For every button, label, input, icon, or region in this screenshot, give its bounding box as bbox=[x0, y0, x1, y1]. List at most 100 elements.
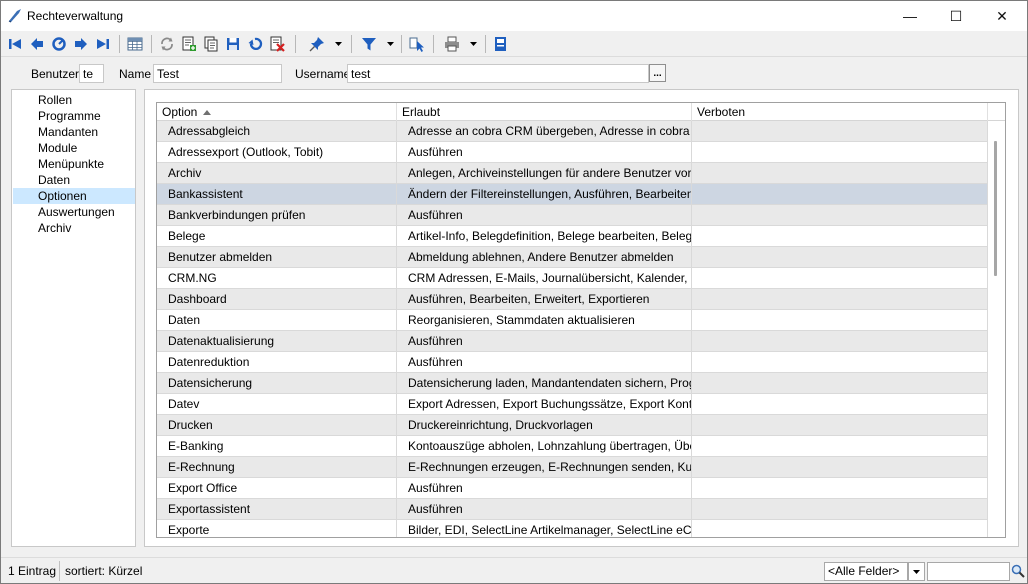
table-row[interactable]: E-Banking Kontoauszüge abholen, Lohnzahlu… bbox=[157, 436, 988, 457]
table-row[interactable]: Bankassistent Ändern der Filtereinstellun… bbox=[157, 184, 988, 205]
table-row[interactable]: Dashboard Ausführen, Bearbeiten, Erweiter… bbox=[157, 289, 988, 310]
cell-option[interactable]: Archiv bbox=[157, 163, 397, 183]
table-row[interactable]: Exporte Bilder, EDI, SelectLine Artikelma… bbox=[157, 520, 988, 537]
cell-option[interactable]: Exporte bbox=[157, 520, 397, 537]
cell-verboten[interactable] bbox=[692, 499, 988, 519]
cell-erlaubt[interactable]: Adresse an cobra CRM übergeben, Adresse … bbox=[397, 121, 692, 141]
cell-verboten[interactable] bbox=[692, 142, 988, 162]
cell-verboten[interactable] bbox=[692, 331, 988, 351]
table-row[interactable]: E-Rechnung E-Rechnungen erzeugen, E-Rechn… bbox=[157, 457, 988, 478]
previous-record-button[interactable] bbox=[27, 34, 47, 54]
column-header-erlaubt[interactable]: Erlaubt bbox=[397, 103, 692, 121]
save-button[interactable] bbox=[223, 34, 243, 54]
table-row[interactable]: Adressabgleich Adresse an cobra CRM überg… bbox=[157, 121, 988, 142]
cell-verboten[interactable] bbox=[692, 373, 988, 393]
pin-button[interactable] bbox=[307, 34, 327, 54]
table-row[interactable]: Exportassistent Ausführen bbox=[157, 499, 988, 520]
new-record-button[interactable] bbox=[179, 34, 199, 54]
cell-erlaubt[interactable]: Reorganisieren, Stammdaten aktualisieren bbox=[397, 310, 692, 330]
cell-option[interactable]: Adressabgleich bbox=[157, 121, 397, 141]
cell-option[interactable]: Datenaktualisierung bbox=[157, 331, 397, 351]
field-select-dropdown[interactable] bbox=[908, 562, 925, 581]
cell-erlaubt[interactable]: Ausführen bbox=[397, 478, 692, 498]
nav-item-programme[interactable]: Programme bbox=[13, 108, 135, 124]
nav-item-auswertungen[interactable]: Auswertungen bbox=[13, 204, 135, 220]
cell-verboten[interactable] bbox=[692, 436, 988, 456]
column-header-option[interactable]: Option bbox=[157, 103, 397, 121]
cell-option[interactable]: E-Banking bbox=[157, 436, 397, 456]
cell-erlaubt[interactable]: Kontoauszüge abholen, Lohnzahlung übertr… bbox=[397, 436, 692, 456]
table-view-button[interactable] bbox=[125, 34, 145, 54]
nav-item-rollen[interactable]: Rollen bbox=[13, 92, 135, 108]
cell-option[interactable]: Belege bbox=[157, 226, 397, 246]
undo-button[interactable] bbox=[245, 34, 265, 54]
cell-option[interactable]: E-Rechnung bbox=[157, 457, 397, 477]
table-row[interactable]: Drucken Druckereinrichtung, Druckvorlagen bbox=[157, 415, 988, 436]
username-field[interactable]: test bbox=[347, 64, 649, 83]
cell-option[interactable]: Datenreduktion bbox=[157, 352, 397, 372]
maximize-button[interactable]: ☐ bbox=[933, 1, 979, 31]
nav-item-daten[interactable]: Daten bbox=[13, 172, 135, 188]
cell-option[interactable]: Datev bbox=[157, 394, 397, 414]
cell-verboten[interactable] bbox=[692, 163, 988, 183]
cell-erlaubt[interactable]: Datensicherung laden, Mandantendaten sic… bbox=[397, 373, 692, 393]
cell-option[interactable]: Benutzer abmelden bbox=[157, 247, 397, 267]
table-row[interactable]: Datev Export Adressen, Export Buchungssät… bbox=[157, 394, 988, 415]
refresh-button[interactable] bbox=[157, 34, 177, 54]
cell-erlaubt[interactable]: Artikel-Info, Belegdefinition, Belege be… bbox=[397, 226, 692, 246]
cell-erlaubt[interactable]: Ausführen, Bearbeiten, Erweitert, Export… bbox=[397, 289, 692, 309]
filter-button[interactable] bbox=[359, 34, 379, 54]
cell-verboten[interactable] bbox=[692, 121, 988, 141]
cell-option[interactable]: Bankassistent bbox=[157, 184, 397, 204]
cell-erlaubt[interactable]: Ausführen bbox=[397, 352, 692, 372]
cell-option[interactable]: Export Office bbox=[157, 478, 397, 498]
cell-option[interactable]: CRM.NG bbox=[157, 268, 397, 288]
nav-item-menuepunkte[interactable]: Menüpunkte bbox=[13, 156, 135, 172]
cell-erlaubt[interactable]: E-Rechnungen erzeugen, E-Rechnungen send… bbox=[397, 457, 692, 477]
delete-button[interactable] bbox=[267, 34, 287, 54]
print-button[interactable] bbox=[442, 34, 462, 54]
cell-erlaubt[interactable]: Abmeldung ablehnen, Andere Benutzer abme… bbox=[397, 247, 692, 267]
cell-verboten[interactable] bbox=[692, 310, 988, 330]
table-row[interactable]: Daten Reorganisieren, Stammdaten aktualis… bbox=[157, 310, 988, 331]
cell-verboten[interactable] bbox=[692, 205, 988, 225]
table-row[interactable]: Export Office Ausführen bbox=[157, 478, 988, 499]
table-row[interactable]: Adressexport (Outlook, Tobit) Ausführen bbox=[157, 142, 988, 163]
nav-item-archiv[interactable]: Archiv bbox=[13, 220, 135, 236]
cell-verboten[interactable] bbox=[692, 247, 988, 267]
search-button[interactable] bbox=[1011, 564, 1025, 578]
table-row[interactable]: Archiv Anlegen, Archiveinstellungen für a… bbox=[157, 163, 988, 184]
cell-verboten[interactable] bbox=[692, 478, 988, 498]
benutzer-field[interactable]: te bbox=[79, 64, 104, 83]
cell-verboten[interactable] bbox=[692, 394, 988, 414]
browse-button[interactable]: ... bbox=[649, 64, 666, 82]
print-dropdown[interactable] bbox=[468, 34, 478, 54]
cell-erlaubt[interactable]: Ausführen bbox=[397, 499, 692, 519]
cell-verboten[interactable] bbox=[692, 226, 988, 246]
cell-option[interactable]: Bankverbindungen prüfen bbox=[157, 205, 397, 225]
cell-verboten[interactable] bbox=[692, 457, 988, 477]
nav-item-optionen[interactable]: Optionen bbox=[13, 188, 135, 204]
name-field[interactable]: Test bbox=[153, 64, 282, 83]
cell-option[interactable]: Datensicherung bbox=[157, 373, 397, 393]
scrollbar-thumb[interactable] bbox=[994, 141, 997, 276]
vertical-scrollbar[interactable] bbox=[988, 121, 1005, 537]
first-record-button[interactable] bbox=[5, 34, 25, 54]
table-row[interactable]: Belege Artikel-Info, Belegdefinition, Bel… bbox=[157, 226, 988, 247]
cell-option[interactable]: Drucken bbox=[157, 415, 397, 435]
table-row[interactable]: Datenreduktion Ausführen bbox=[157, 352, 988, 373]
pin-dropdown[interactable] bbox=[333, 34, 343, 54]
nav-item-mandanten[interactable]: Mandanten bbox=[13, 124, 135, 140]
info-button[interactable] bbox=[491, 34, 511, 54]
search-record-button[interactable] bbox=[49, 34, 69, 54]
cell-option[interactable]: Adressexport (Outlook, Tobit) bbox=[157, 142, 397, 162]
next-record-button[interactable] bbox=[71, 34, 91, 54]
field-select[interactable]: <Alle Felder> bbox=[824, 562, 908, 581]
cell-erlaubt[interactable]: Export Adressen, Export Buchungssätze, E… bbox=[397, 394, 692, 414]
cell-verboten[interactable] bbox=[692, 268, 988, 288]
last-record-button[interactable] bbox=[93, 34, 113, 54]
cell-erlaubt[interactable]: Ausführen bbox=[397, 331, 692, 351]
cell-erlaubt[interactable]: Ausführen bbox=[397, 142, 692, 162]
cell-option[interactable]: Daten bbox=[157, 310, 397, 330]
search-field[interactable] bbox=[927, 562, 1010, 581]
